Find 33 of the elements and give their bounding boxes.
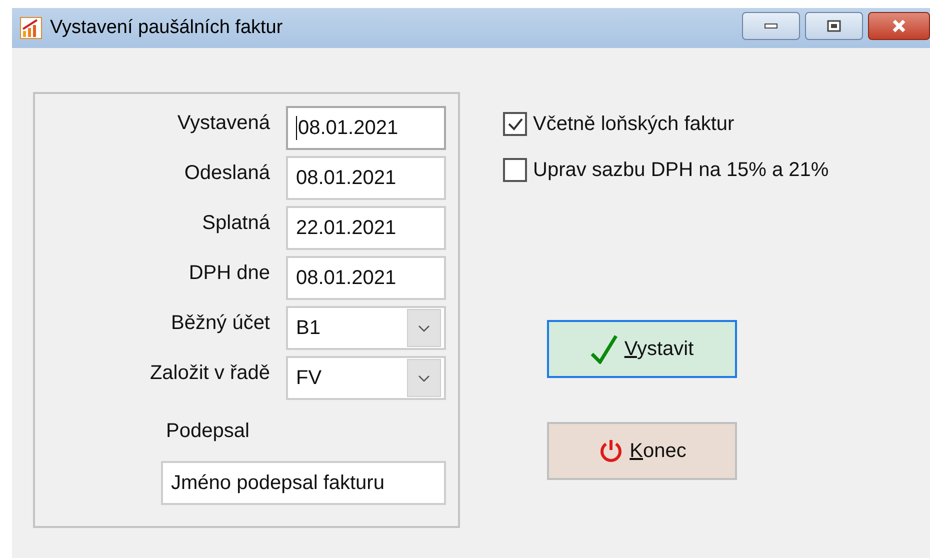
chart-app-icon <box>20 17 42 39</box>
field-label: DPH dne <box>188 262 270 284</box>
close-icon <box>891 19 907 33</box>
date-field[interactable]: 08.01.2021 <box>286 156 446 200</box>
maximize-icon <box>827 20 841 32</box>
date-field[interactable]: 22.01.2021 <box>286 206 446 250</box>
field-label: Odeslaná <box>183 162 270 184</box>
checkbox[interactable] <box>503 112 527 136</box>
chevron-down-icon <box>418 324 430 332</box>
power-icon <box>598 438 624 464</box>
chevron-down-icon <box>418 374 430 382</box>
date-field[interactable]: 08.01.2021 <box>286 106 446 150</box>
checkmark-icon <box>506 117 524 131</box>
checkmark-icon <box>590 334 618 364</box>
dropdown-field[interactable]: B1 <box>286 306 446 350</box>
exit-button[interactable]: Konec <box>547 422 737 480</box>
window-title: Vystavení paušálních faktur <box>50 17 283 39</box>
field-label: Splatná <box>201 212 270 234</box>
close-button[interactable] <box>868 12 930 40</box>
field-label: Založit v řadě <box>148 362 270 384</box>
issue-button[interactable]: Vystavit <box>547 320 737 378</box>
field-label: Běžný účet <box>170 312 270 334</box>
signature-field[interactable]: Jméno podepsal fakturu <box>161 461 446 505</box>
field-label: Podepsal <box>166 420 250 443</box>
checkbox-label: Uprav sazbu DPH na 15% a 21% <box>533 158 829 182</box>
minimize-button[interactable] <box>742 12 800 40</box>
checkbox-label: Včetně loňských faktur <box>533 112 734 136</box>
dropdown-field[interactable]: FV <box>286 356 446 400</box>
checkbox[interactable] <box>503 158 527 182</box>
field-label: Vystavená <box>176 112 270 134</box>
minimize-icon <box>764 23 778 29</box>
maximize-button[interactable] <box>805 12 863 40</box>
date-field[interactable]: 08.01.2021 <box>286 256 446 300</box>
